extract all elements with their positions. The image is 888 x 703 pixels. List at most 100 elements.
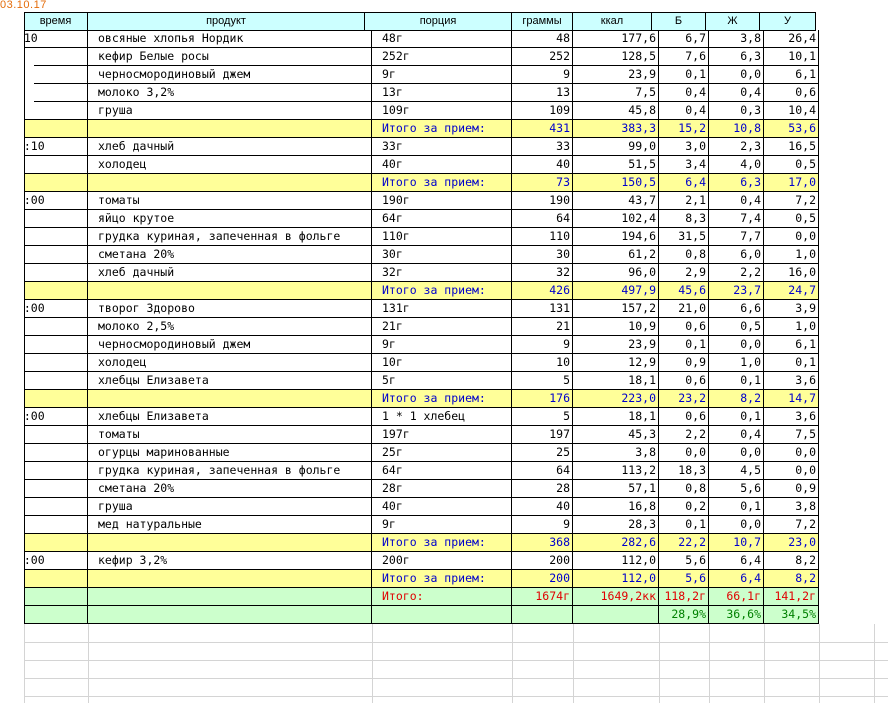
protein-cell[interactable]: 0,4 <box>659 102 709 120</box>
fat-cell[interactable]: 6,6 <box>709 300 764 318</box>
header-grams[interactable]: граммы <box>512 13 573 31</box>
time-cell[interactable] <box>24 588 88 606</box>
grams-cell[interactable]: 200 <box>512 570 573 588</box>
kcal-cell[interactable]: 112,0 <box>573 570 659 588</box>
header-protein[interactable]: Б <box>652 13 706 31</box>
product-cell[interactable]: молоко 2,5% <box>88 318 372 336</box>
product-cell[interactable]: томаты <box>88 192 372 210</box>
time-cell[interactable] <box>24 444 88 462</box>
kcal-cell[interactable]: 57,1 <box>573 480 659 498</box>
header-portion[interactable]: порция <box>365 13 512 31</box>
kcal-cell[interactable]: 113,2 <box>573 462 659 480</box>
product-cell[interactable]: хлеб дачный <box>88 264 372 282</box>
kcal-cell[interactable]: 102,4 <box>573 210 659 228</box>
grams-cell[interactable]: 48 <box>512 30 573 48</box>
time-cell[interactable] <box>24 120 88 138</box>
grams-cell[interactable]: 64 <box>512 462 573 480</box>
protein-cell[interactable]: 15,2 <box>659 120 709 138</box>
protein-cell[interactable]: 3,4 <box>659 156 709 174</box>
fat-cell[interactable]: 0,0 <box>709 444 764 462</box>
carbs-cell[interactable]: 24,7 <box>764 282 819 300</box>
header-kcal[interactable]: ккал <box>573 13 652 31</box>
protein-cell[interactable]: 7,6 <box>659 48 709 66</box>
time-cell[interactable] <box>24 516 88 534</box>
portion-cell[interactable]: 21г <box>372 318 512 336</box>
protein-cell[interactable]: 22,2 <box>659 534 709 552</box>
grams-cell[interactable]: 200 <box>512 552 573 570</box>
fat-cell[interactable]: 0,0 <box>709 66 764 84</box>
product-cell[interactable] <box>88 282 372 300</box>
header-time[interactable]: время <box>24 13 88 31</box>
product-cell[interactable] <box>88 390 372 408</box>
grams-cell[interactable]: 13 <box>512 84 573 102</box>
carbs-cell[interactable]: 0,0 <box>764 444 819 462</box>
fat-cell[interactable]: 1,0 <box>709 354 764 372</box>
fat-cell[interactable]: 8,2 <box>709 390 764 408</box>
kcal-cell[interactable]: 128,5 <box>573 48 659 66</box>
portion-cell[interactable]: 9г <box>372 336 512 354</box>
product-cell[interactable]: грудка куриная, запеченная в фольге <box>88 462 372 480</box>
time-cell[interactable] <box>24 264 88 282</box>
fat-cell[interactable]: 0,0 <box>709 336 764 354</box>
total-grams[interactable]: 1674г <box>512 588 573 606</box>
grams-cell[interactable]: 252 <box>512 48 573 66</box>
time-cell[interactable] <box>24 606 88 624</box>
portion-cell[interactable]: 197г <box>372 426 512 444</box>
fat-cell[interactable]: 4,5 <box>709 462 764 480</box>
subtotal-label[interactable]: Итого за прием: <box>372 570 512 588</box>
subtotal-label[interactable]: Итого за прием: <box>372 120 512 138</box>
grams-cell[interactable]: 190 <box>512 192 573 210</box>
carbs-cell[interactable]: 0,0 <box>764 228 819 246</box>
protein-cell[interactable]: 45,6 <box>659 282 709 300</box>
portion-cell[interactable]: 109г <box>372 102 512 120</box>
product-cell[interactable]: творог Здорово <box>88 300 372 318</box>
totals-label[interactable]: Итого: <box>372 588 512 606</box>
protein-cell[interactable]: 0,1 <box>659 516 709 534</box>
fat-cell[interactable]: 0,4 <box>709 84 764 102</box>
product-cell[interactable]: черносмородиновый джем <box>88 336 372 354</box>
time-cell[interactable] <box>24 102 88 120</box>
portion-cell[interactable]: 10г <box>372 354 512 372</box>
protein-cell[interactable]: 6,7 <box>659 30 709 48</box>
portion-cell[interactable]: 9г <box>372 516 512 534</box>
fat-cell[interactable]: 6,4 <box>709 570 764 588</box>
product-cell[interactable]: огурцы маринованные <box>88 444 372 462</box>
product-cell[interactable]: кефир Белые росы <box>88 48 372 66</box>
header-fat[interactable]: Ж <box>706 13 760 31</box>
grams-cell[interactable]: 28 <box>512 480 573 498</box>
portion-cell[interactable]: 33г <box>372 138 512 156</box>
carbs-cell[interactable]: 1,0 <box>764 246 819 264</box>
portion-cell[interactable]: 9г <box>372 66 512 84</box>
product-cell[interactable]: грудка куриная, запеченная в фольге <box>88 228 372 246</box>
carbs-cell[interactable]: 16,5 <box>764 138 819 156</box>
time-cell[interactable] <box>24 372 88 390</box>
grams-cell[interactable]: 33 <box>512 138 573 156</box>
portion-cell[interactable]: 40г <box>372 498 512 516</box>
fat-percent[interactable]: 36,6% <box>709 606 764 624</box>
fat-cell[interactable]: 0,0 <box>709 516 764 534</box>
portion-cell[interactable]: 190г <box>372 192 512 210</box>
time-cell[interactable] <box>24 282 88 300</box>
product-cell[interactable]: мед натуральные <box>88 516 372 534</box>
product-cell[interactable]: холодец <box>88 156 372 174</box>
fat-cell[interactable]: 0,4 <box>709 192 764 210</box>
carbs-cell[interactable]: 10,1 <box>764 48 819 66</box>
carbs-cell[interactable]: 0,1 <box>764 354 819 372</box>
grams-cell[interactable]: 73 <box>512 174 573 192</box>
product-cell[interactable] <box>88 120 372 138</box>
carbs-cell[interactable]: 7,2 <box>764 192 819 210</box>
carbs-cell[interactable]: 8,2 <box>764 552 819 570</box>
carbs-cell[interactable]: 3,6 <box>764 408 819 426</box>
fat-cell[interactable]: 7,4 <box>709 210 764 228</box>
kcal-cell[interactable]: 157,2 <box>573 300 659 318</box>
kcal-cell[interactable]: 18,1 <box>573 408 659 426</box>
fat-cell[interactable]: 4,0 <box>709 156 764 174</box>
time-cell[interactable] <box>34 66 88 84</box>
carbs-cell[interactable]: 10,4 <box>764 102 819 120</box>
grams-cell[interactable]: 5 <box>512 372 573 390</box>
carbs-cell[interactable]: 53,6 <box>764 120 819 138</box>
carbs-cell[interactable]: 26,4 <box>764 30 819 48</box>
grams-cell[interactable]: 197 <box>512 426 573 444</box>
grams-cell[interactable]: 10 <box>512 354 573 372</box>
portion-cell[interactable]: 200г <box>372 552 512 570</box>
